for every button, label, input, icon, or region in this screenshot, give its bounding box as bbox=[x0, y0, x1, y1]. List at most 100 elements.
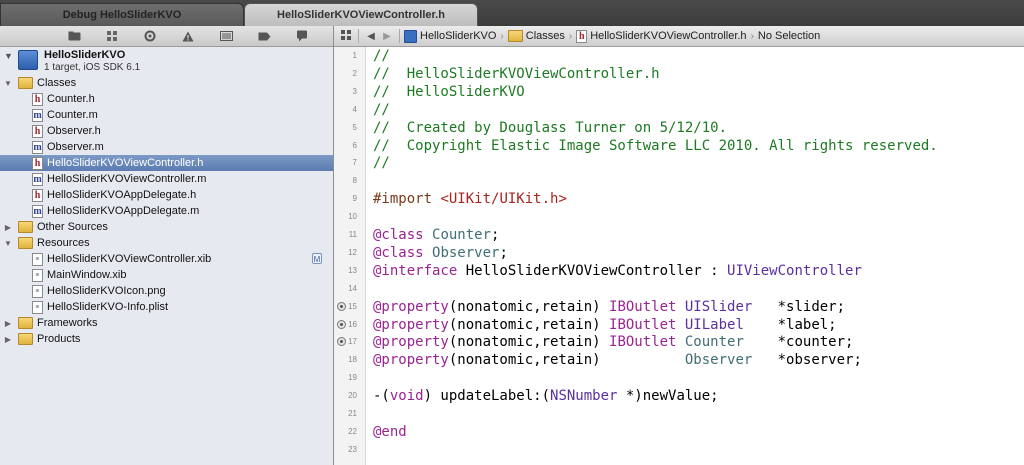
navigator-file-row[interactable]: ≡ HelloSliderKVOIcon.png bbox=[0, 283, 333, 299]
code-line[interactable]: // bbox=[373, 154, 390, 172]
search-navigator-icon[interactable] bbox=[138, 29, 162, 43]
code-line[interactable]: @class Observer; bbox=[373, 244, 508, 262]
navigator-item-label: Other Sources bbox=[37, 221, 108, 233]
symbol-navigator-icon[interactable] bbox=[100, 29, 124, 43]
code-token: @property bbox=[373, 352, 449, 369]
line-number: 9 bbox=[352, 194, 357, 204]
navigator-file-row[interactable]: m Observer.m bbox=[0, 139, 333, 155]
code-line[interactable]: // HelloSliderKVOViewController.h bbox=[373, 65, 660, 83]
navigator-item-label: Products bbox=[37, 333, 81, 345]
document-icon: ≡ bbox=[32, 268, 43, 282]
code-token: ) updateLabel:( bbox=[423, 388, 551, 405]
folder-icon bbox=[18, 237, 33, 249]
disclosure-closed-icon[interactable]: ▶ bbox=[3, 335, 13, 344]
disclosure-open-icon[interactable]: ▼ bbox=[3, 239, 13, 248]
code-line[interactable]: // Created by Douglass Turner on 5/12/10… bbox=[373, 119, 727, 137]
breadcrumb-group[interactable]: Classes bbox=[507, 30, 565, 42]
code-line[interactable]: @property(nonatomic,retain) Observer *ob… bbox=[373, 351, 862, 369]
breadcrumb-label: HelloSliderKVOViewController.h bbox=[590, 30, 747, 42]
log-navigator-icon[interactable] bbox=[290, 29, 314, 43]
navigator-file-row[interactable]: m Counter.m bbox=[0, 107, 333, 123]
tab-debug[interactable]: Debug HelloSliderKVO bbox=[0, 3, 244, 26]
line-number-gutter[interactable]: 1 2 3 4 5 6 7 8 9 10 11 12 13 14 15 16 17 18 19 20 21 22 23 bbox=[334, 47, 366, 465]
code-line[interactable]: @class Counter; bbox=[373, 226, 499, 244]
chevron-right-icon: › bbox=[500, 30, 504, 42]
implementation-file-icon: m bbox=[32, 140, 43, 154]
navigator-file-row[interactable]: h HelloSliderKVOViewController.h bbox=[0, 155, 333, 171]
header-file-icon: h bbox=[32, 92, 43, 106]
disclosure-closed-icon[interactable]: ▶ bbox=[3, 319, 13, 328]
project-navigator-folder-icon[interactable] bbox=[62, 29, 86, 43]
navigator-file-row[interactable]: h HelloSliderKVOAppDelegate.h bbox=[0, 187, 333, 203]
code-line[interactable]: @end bbox=[373, 423, 407, 441]
navigator-group-row[interactable]: ▼ Resources bbox=[0, 235, 333, 251]
navigator-file-row[interactable]: h Observer.h bbox=[0, 123, 333, 139]
document-icon: ≡ bbox=[32, 284, 43, 298]
code-line[interactable]: // Copyright Elastic Image Software LLC … bbox=[373, 137, 938, 155]
code-token: (nonatomic,retain) bbox=[448, 334, 610, 351]
navigator-item-label: Observer.h bbox=[47, 125, 101, 137]
code-line[interactable]: // bbox=[373, 101, 390, 119]
folder-icon bbox=[18, 317, 33, 329]
navigator-file-row[interactable]: m HelloSliderKVOViewController.m bbox=[0, 171, 333, 187]
outlet-connection-icon[interactable] bbox=[337, 301, 346, 311]
forward-arrow-icon[interactable]: ▶ bbox=[379, 31, 395, 42]
back-arrow-icon[interactable]: ◀ bbox=[363, 31, 379, 42]
code-line[interactable]: #import <UIKit/UIKit.h> bbox=[373, 190, 567, 208]
navigator-group-row[interactable]: ▶ Other Sources bbox=[0, 219, 333, 235]
navigator-item-label: HelloSliderKVOAppDelegate.m bbox=[47, 205, 200, 217]
line-number: 10 bbox=[348, 212, 357, 222]
code-token: Observer bbox=[432, 244, 500, 261]
line-number: 12 bbox=[348, 247, 357, 257]
outlet-connection-icon[interactable] bbox=[337, 337, 346, 347]
disclosure-open-icon[interactable]: ▼ bbox=[3, 79, 13, 88]
navigator-file-row[interactable]: ≡ MainWindow.xib bbox=[0, 267, 333, 283]
line-number: 17 bbox=[348, 337, 357, 347]
breadcrumb-project[interactable]: HelloSliderKVO bbox=[404, 29, 497, 43]
code-token: IBOutlet bbox=[609, 298, 685, 315]
code-token: IBOutlet bbox=[609, 316, 685, 333]
disclosure-open-icon[interactable]: ▼ bbox=[4, 49, 16, 63]
breakpoint-navigator-icon[interactable] bbox=[252, 29, 276, 43]
breadcrumb-label: HelloSliderKVO bbox=[420, 30, 497, 42]
breadcrumb-symbol[interactable]: No Selection bbox=[758, 30, 820, 42]
navigator-file-row[interactable]: ≡ HelloSliderKVO-Info.plist bbox=[0, 299, 333, 315]
code-token: #import bbox=[373, 191, 441, 208]
code-token: ; bbox=[491, 227, 500, 243]
issue-navigator-warning-icon[interactable] bbox=[176, 29, 200, 43]
code-token: Observer bbox=[684, 352, 753, 369]
code-line[interactable]: // HelloSliderKVO bbox=[373, 83, 525, 101]
code-line[interactable]: -(void) updateLabel:(NSNumber *)newValue… bbox=[373, 387, 719, 405]
navigator-item-label: HelloSliderKVOIcon.png bbox=[47, 285, 166, 297]
navigator-file-row[interactable]: h Counter.h bbox=[0, 91, 333, 107]
project-root-row[interactable]: ▼ HelloSliderKVO 1 target, iOS SDK 6.1 bbox=[0, 47, 333, 75]
project-icon bbox=[404, 29, 417, 43]
code-token: // HelloSliderKVOViewController.h bbox=[373, 65, 660, 82]
navigator-group-row[interactable]: ▶ Products bbox=[0, 331, 333, 347]
code-token: (nonatomic,retain) bbox=[448, 352, 685, 369]
navigator-file-row[interactable]: ≡ HelloSliderKVOViewController.xib M bbox=[0, 251, 333, 267]
folder-icon bbox=[18, 221, 33, 233]
folder-icon bbox=[18, 221, 33, 233]
tab-view-controller-header[interactable]: HelloSliderKVOViewController.h bbox=[244, 3, 478, 26]
disclosure-closed-icon[interactable]: ▶ bbox=[3, 223, 13, 232]
chevron-right-icon: › bbox=[750, 30, 754, 42]
outlet-connection-icon[interactable] bbox=[337, 319, 346, 329]
code-token: HelloSliderKVOViewController : bbox=[465, 262, 728, 279]
code-token: NSNumber bbox=[550, 388, 618, 405]
navigator-file-row[interactable]: m HelloSliderKVOAppDelegate.m bbox=[0, 203, 333, 219]
folder-icon bbox=[18, 317, 33, 329]
related-items-icon[interactable] bbox=[338, 29, 354, 43]
navigator-item-label: HelloSliderKVOAppDelegate.h bbox=[47, 189, 197, 201]
code-token: // HelloSliderKVO bbox=[373, 83, 525, 100]
breadcrumb-file[interactable]: h HelloSliderKVOViewController.h bbox=[576, 29, 747, 43]
code-line[interactable]: @interface HelloSliderKVOViewController … bbox=[373, 262, 862, 280]
code-token: Counter bbox=[432, 227, 492, 243]
code-line[interactable]: @property(nonatomic,retain) IBOutlet Cou… bbox=[373, 333, 853, 351]
code-line[interactable]: // bbox=[373, 47, 390, 65]
navigator-group-row[interactable]: ▼ Classes bbox=[0, 75, 333, 91]
code-line[interactable]: @property(nonatomic,retain) IBOutlet UIS… bbox=[373, 298, 845, 316]
navigator-group-row[interactable]: ▶ Frameworks bbox=[0, 315, 333, 331]
code-line[interactable]: @property(nonatomic,retain) IBOutlet UIL… bbox=[373, 316, 837, 334]
debug-navigator-icon[interactable] bbox=[214, 29, 238, 43]
